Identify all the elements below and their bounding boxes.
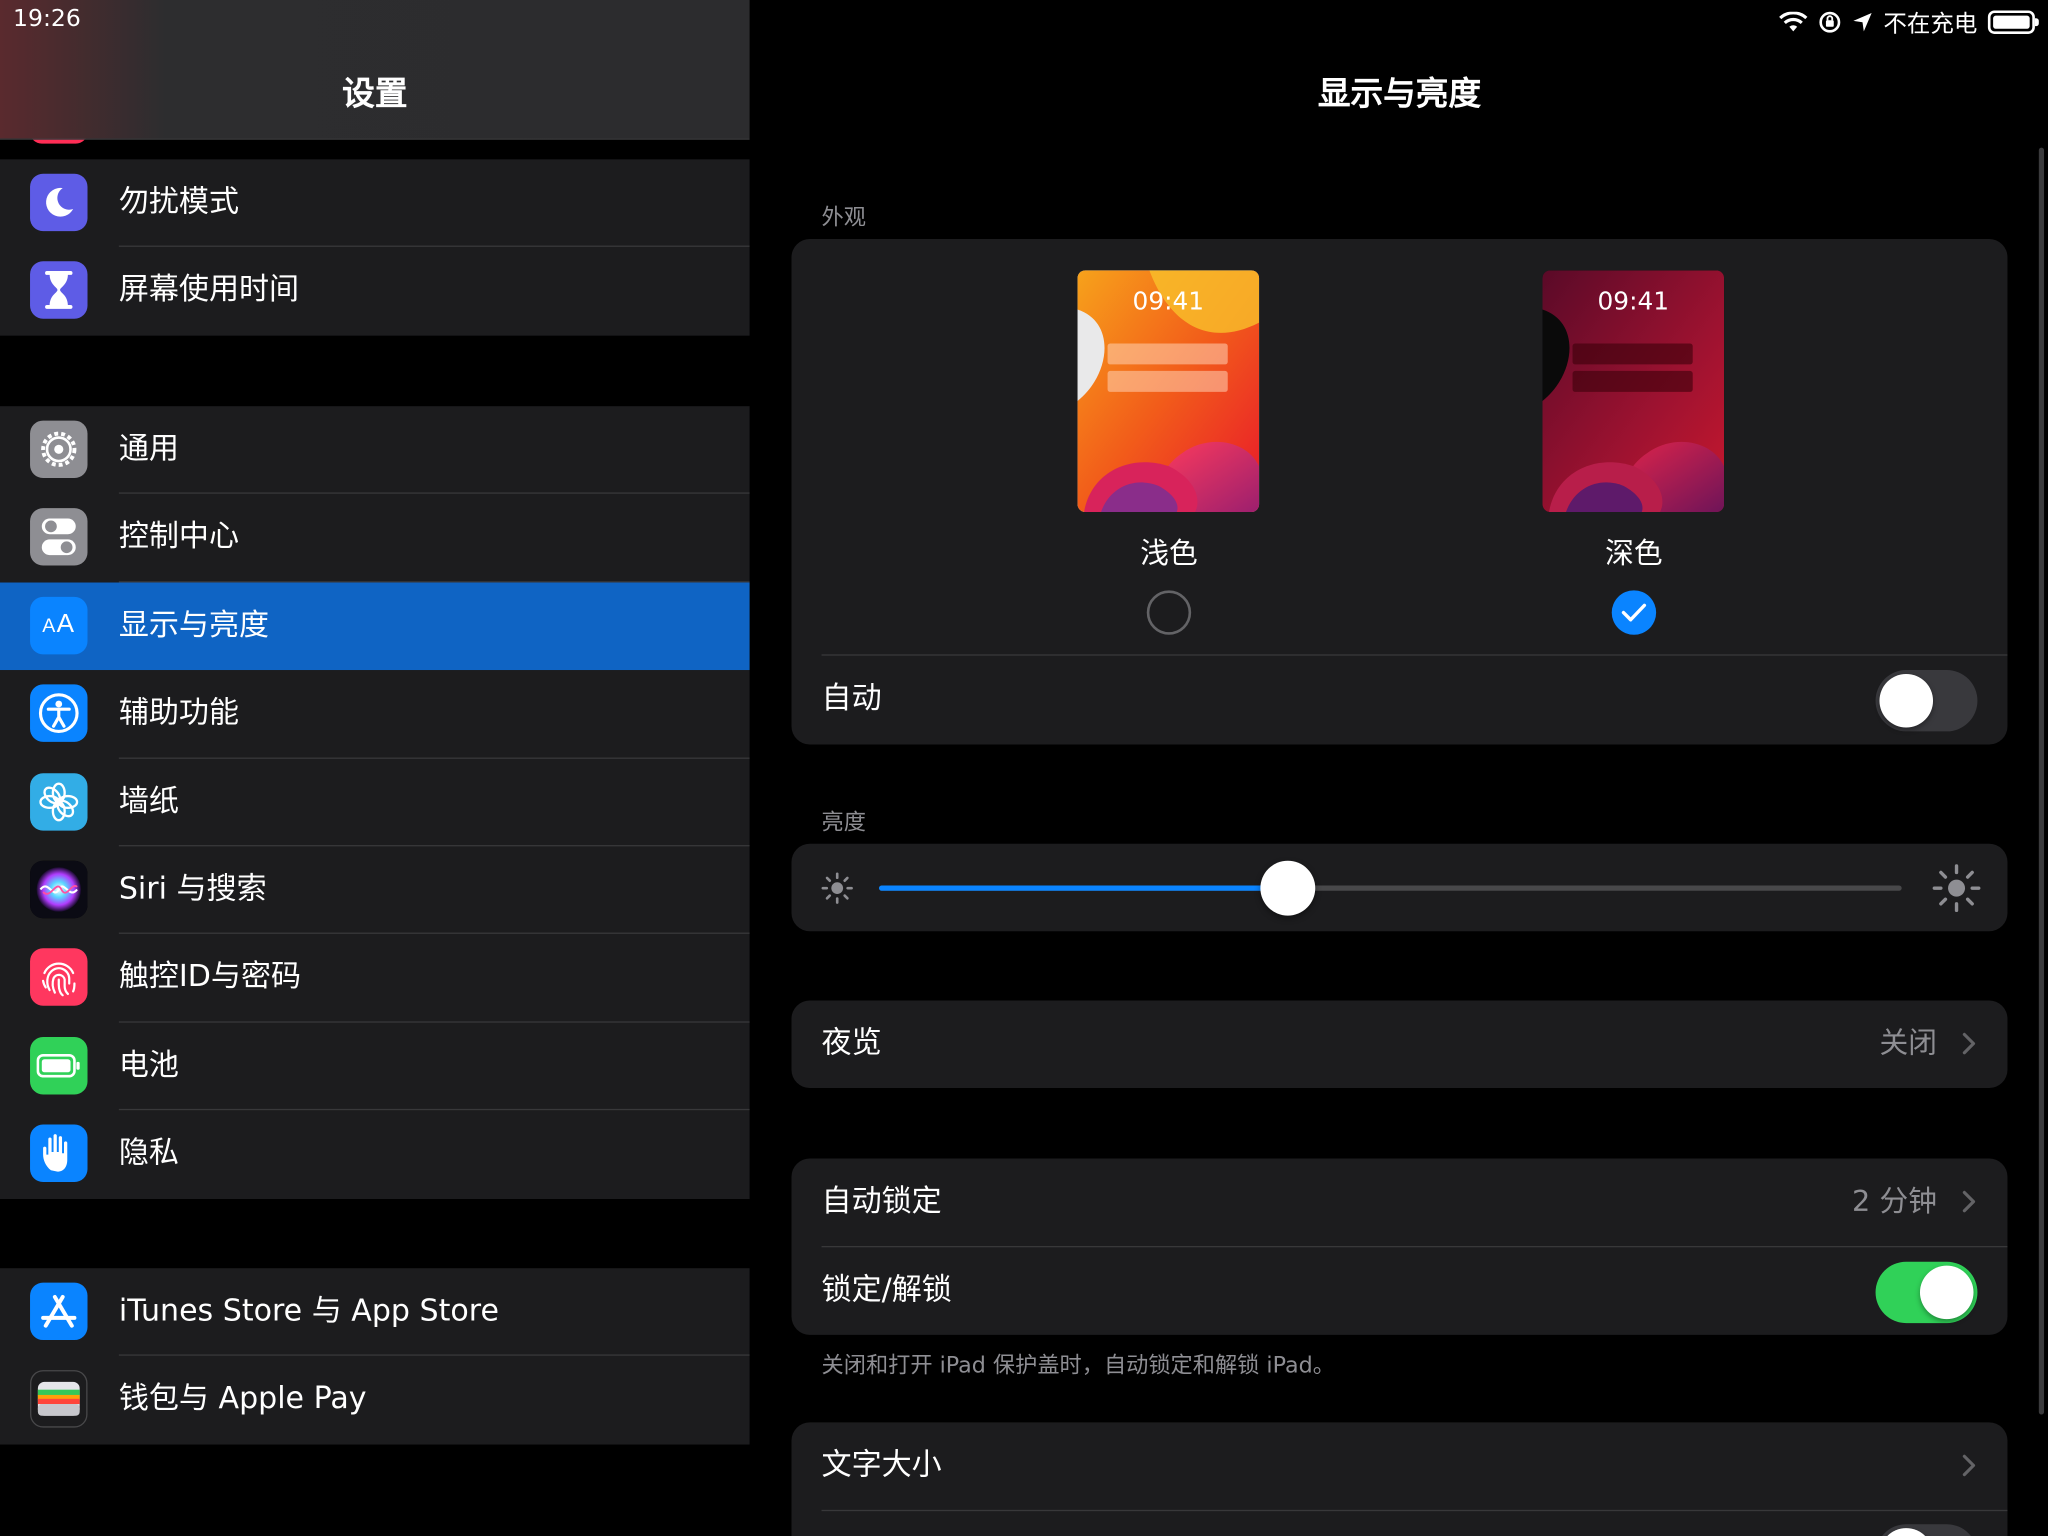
sidebar: 设置 勿扰模式屏幕使用时间 通用控制中心 AA 显示与亮度辅助功能墙纸 Siri 与搜索… — [0, 0, 750, 1536]
lock-unlock-label: 锁定/解锁 — [821, 1273, 952, 1308]
sidebar-item[interactable]: 电池 — [0, 1022, 750, 1111]
night-shift-value: 关闭 — [1879, 1027, 1937, 1061]
light-mode-option[interactable]: 09:41 浅色 — [1077, 270, 1261, 635]
brightness-slider[interactable] — [879, 860, 1902, 916]
sidebar-group: 勿扰模式屏幕使用时间 — [0, 159, 750, 336]
sidebar-item[interactable]: 钱包与 Apple Pay — [0, 1356, 750, 1444]
sidebar-item-label: 隐私 — [118, 1136, 179, 1171]
hand-icon — [30, 1124, 88, 1183]
gear-icon — [30, 420, 88, 479]
wifi-icon — [1779, 11, 1808, 32]
sidebar-item-label: 控制中心 — [118, 520, 240, 555]
sidebar-item[interactable]: 辅助功能 — [0, 670, 750, 759]
chevron-right-icon — [1962, 1190, 1976, 1213]
sidebar-item[interactable]: 通用 — [0, 406, 750, 495]
appearance-header: 外观 — [821, 205, 866, 232]
detail-pane: 显示与亮度 外观 09:41 浅色 09:41 深色 自动 亮度 夜览 关闭 自… — [751, 0, 2048, 1536]
page-title: 显示与亮度 — [1317, 74, 1482, 113]
sidebar-item-label: 屏幕使用时间 — [118, 273, 300, 308]
brightness-slider-knob[interactable] — [1260, 860, 1316, 916]
dark-mode-label: 深色 — [1605, 538, 1663, 571]
dark-mode-option[interactable]: 09:41 深色 — [1542, 270, 1726, 635]
wallet-icon — [30, 1370, 88, 1429]
flower-icon — [30, 772, 88, 831]
appearance-card: 09:41 浅色 09:41 深色 自动 — [791, 239, 2008, 745]
sidebar-item-label: 钱包与 Apple Pay — [118, 1382, 367, 1417]
sidebar-item-label: 辅助功能 — [118, 696, 240, 731]
sidebar-item-label: Siri 与搜索 — [118, 872, 267, 907]
sidebar-item[interactable]: AA 显示与亮度 — [0, 582, 750, 671]
lock-unlock-footer: 关闭和打开 iPad 保护盖时，自动锁定和解锁 iPad。 — [821, 1353, 1335, 1380]
night-shift-label: 夜览 — [821, 1026, 882, 1061]
sidebar-item-label: 通用 — [118, 432, 179, 467]
sidebar-item-label: 墙纸 — [118, 784, 179, 819]
dark-mode-radio[interactable] — [1611, 590, 1657, 635]
sidebar-item-label: 电池 — [118, 1048, 179, 1083]
accessibility-icon — [30, 684, 88, 743]
sidebar-item[interactable]: iTunes Store 与 App Store — [0, 1268, 750, 1357]
lock-unlock-toggle[interactable] — [1875, 1261, 1978, 1324]
dark-preview: 09:41 — [1542, 270, 1725, 512]
auto-lock-value: 2 分钟 — [1852, 1185, 1937, 1219]
screen: 19:26 不在充电 设置 勿扰模式屏幕使用时间 通用控制中心 AA 显示与亮度辅助功… — [0, 0, 2048, 1536]
auto-appearance-row: 自动 — [791, 656, 2007, 744]
location-icon — [1853, 13, 1872, 32]
chevron-right-icon — [1962, 1454, 1976, 1477]
text-size-label: 文字大小 — [821, 1448, 942, 1483]
night-shift-row[interactable]: 夜览 关闭 — [791, 1000, 2008, 1088]
light-preview: 09:41 — [1077, 270, 1260, 512]
brightness-card — [791, 843, 2008, 932]
checkmark-icon — [1621, 603, 1647, 622]
auto-lock-row[interactable]: 自动锁定 2 分钟 — [791, 1159, 2007, 1247]
orientation-lock-icon — [1819, 11, 1841, 33]
switches-icon — [30, 508, 88, 567]
sidebar-title: 设置 — [342, 74, 408, 113]
dark-preview-time: 09:41 — [1597, 287, 1670, 317]
chevron-right-icon — [1962, 1032, 1976, 1055]
sidebar-group: iTunes Store 与 App Store 钱包与 Apple Pay — [0, 1268, 750, 1445]
hourglass-icon — [30, 261, 88, 320]
bold-text-toggle[interactable] — [1875, 1524, 1978, 1536]
sidebar-item[interactable]: 墙纸 — [0, 758, 750, 847]
battery-icon — [30, 1036, 88, 1095]
text-size-card: 文字大小 — [791, 1422, 2008, 1536]
brightness-header: 亮度 — [821, 809, 866, 836]
sidebar-item-label: iTunes Store 与 App Store — [118, 1294, 499, 1329]
light-mode-label: 浅色 — [1140, 538, 1198, 571]
moon-icon — [30, 173, 88, 232]
sidebar-nav-bar: 设置 — [0, 0, 750, 140]
sidebar-item[interactable]: 控制中心 — [0, 494, 750, 583]
status-bar-right: 不在充电 — [1779, 5, 2039, 39]
lock-unlock-row: 锁定/解锁 — [791, 1247, 2007, 1335]
sidebar-item[interactable]: 屏幕使用时间 — [0, 247, 750, 335]
fingerprint-icon — [30, 948, 88, 1007]
sidebar-item[interactable]: 隐私 — [0, 1110, 750, 1198]
text-size-row[interactable]: 文字大小 — [791, 1422, 2007, 1510]
scroll-indicator[interactable] — [2038, 147, 2045, 1415]
sidebar-item[interactable]: 勿扰模式 — [0, 159, 750, 248]
sun-large-icon — [1932, 864, 1981, 913]
light-mode-radio[interactable] — [1146, 590, 1192, 635]
sidebar-item-label: 勿扰模式 — [118, 185, 240, 220]
app-store-icon — [30, 1282, 88, 1341]
auto-label: 自动 — [821, 681, 882, 716]
auto-appearance-toggle[interactable] — [1875, 670, 1978, 732]
sidebar-item[interactable]: 触控ID与密码 — [0, 934, 750, 1023]
text-size-icon: AA — [30, 596, 88, 655]
lock-card: 自动锁定 2 分钟 锁定/解锁 — [791, 1158, 2008, 1335]
light-preview-time: 09:41 — [1132, 287, 1205, 317]
sidebar-item-label: 触控ID与密码 — [118, 960, 302, 995]
sidebar-item[interactable]: Siri 与搜索 — [0, 846, 750, 935]
sidebar-item-label: 显示与亮度 — [118, 608, 270, 643]
charging-status: 不在充电 — [1883, 10, 1978, 38]
battery-indicator — [1987, 10, 2039, 34]
sun-small-icon — [821, 872, 853, 904]
status-time: 19:26 — [13, 5, 81, 33]
auto-lock-label: 自动锁定 — [821, 1184, 942, 1219]
siri-icon — [30, 860, 88, 919]
sidebar-group: 通用控制中心 AA 显示与亮度辅助功能墙纸 Siri 与搜索 触控ID与密码 电池隐私 — [0, 406, 750, 1199]
